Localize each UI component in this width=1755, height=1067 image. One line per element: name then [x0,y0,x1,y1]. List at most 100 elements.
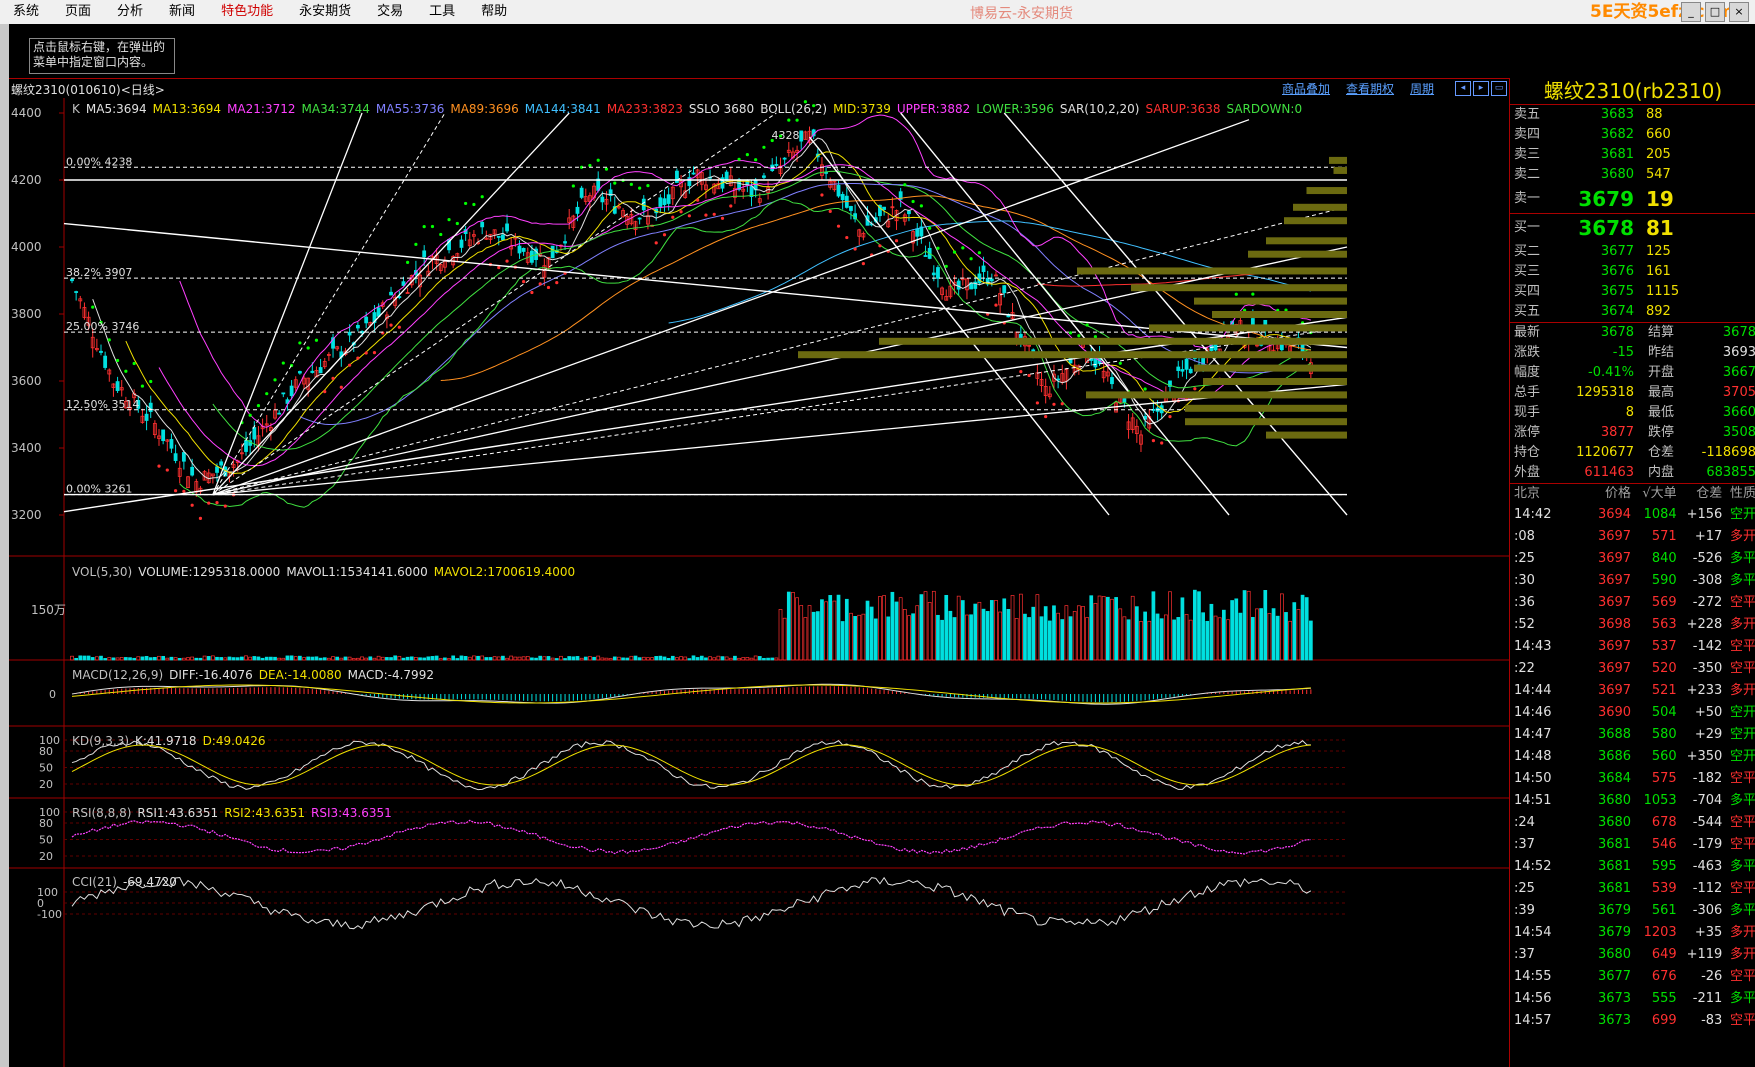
volume-bar [322,657,327,661]
volume-bar [778,609,783,661]
sar-dot [447,218,451,222]
nav-zoom-icon[interactable]: ▭ [1491,81,1507,96]
trade-row[interactable]: 14:44 3697 521 +233 多开 [1510,680,1755,702]
book-volume: 547 [1646,167,1671,182]
book-volume: 1115 [1646,284,1680,299]
volume-bar [306,656,311,661]
trade-price: 3697 [1597,683,1632,698]
sar-dot [406,260,410,265]
legend-item: MA233:3823 [606,102,683,116]
trade-row[interactable]: :39 3679 561 -306 多平 [1510,900,1755,922]
sar-dot [215,500,219,505]
menu-item-6[interactable]: 交易 [364,0,416,24]
trade-row[interactable]: 14:56 3673 555 -211 多平 [1510,988,1755,1010]
sar-dot [596,158,600,162]
trade-row[interactable]: 14:51 3680 1053 -704 多平 [1510,790,1755,812]
volume-bar [488,657,493,661]
menu-item-1[interactable]: 页面 [52,0,104,24]
macd-diff-line [71,683,1311,705]
volume-bar [434,655,439,661]
sar-dot [820,193,824,197]
menu-item-7[interactable]: 工具 [416,0,468,24]
trade-oi-change: -26 [1701,969,1723,984]
candle-body [1176,366,1181,371]
volume-bar [264,656,269,661]
menu-item-0[interactable]: 系统 [0,0,52,24]
trade-row[interactable]: :25 3681 539 -112 空平 [1510,878,1755,900]
trade-row[interactable]: :37 3680 649 +119 多开 [1510,944,1755,966]
kline-chart[interactable]: 4400 4200 4000 3800 3600 3400 3200 0.00% 4238 38… [9,98,1509,1067]
trade-row[interactable]: 14:50 3684 575 -182 空平 [1510,768,1755,790]
volume-bar [762,657,766,661]
volume-bar [1118,608,1123,661]
volume-bar [931,590,936,661]
volume-bar [720,656,725,661]
y-tick-label: 4400 [11,106,42,120]
trade-row[interactable]: 14:55 3677 676 -26 空平 [1510,966,1755,988]
volume-bar [965,614,969,661]
candle-body [1188,368,1193,374]
trade-row[interactable]: 14:52 3681 595 -463 多平 [1510,856,1755,878]
sar-dot [1068,331,1073,335]
menu-item-2[interactable]: 分析 [104,0,156,24]
trade-row[interactable]: :22 3697 520 -350 空平 [1510,658,1755,680]
macd-dea-line [71,684,1311,704]
nav-next-icon[interactable]: ▸ [1473,81,1489,96]
menu-item-3[interactable]: 新闻 [156,0,208,24]
trade-row[interactable]: 14:46 3690 504 +50 空开 [1510,702,1755,724]
close-icon[interactable]: × [1729,2,1749,22]
link-overlay[interactable]: 商品叠加 [1282,80,1330,97]
volume-bar [1201,612,1205,661]
trade-row[interactable]: 14:42 3694 1084 +156 空开 [1510,504,1755,526]
nav-prev-icon[interactable]: ◂ [1455,81,1471,96]
maximize-icon[interactable]: □ [1705,2,1725,22]
trade-row[interactable]: 14:47 3688 580 +29 空开 [1510,724,1755,746]
volume-bar [857,614,862,661]
menu-item-5[interactable]: 永安期货 [286,0,364,24]
sar-dot [281,361,285,365]
fan-line [212,112,446,495]
minimize-icon[interactable]: _ [1681,2,1701,22]
volume-bar [1143,611,1147,661]
trade-list[interactable]: 14:42 3694 1084 +156 空开:08 3697 571 +17 多开:25 369… [1510,504,1755,1032]
trade-row[interactable]: :37 3681 546 -179 空平 [1510,834,1755,856]
trade-time: 14:48 [1514,749,1552,764]
menu-item-4[interactable]: 特色功能 [208,0,286,24]
trade-row[interactable]: 14:43 3697 537 -142 空平 [1510,636,1755,658]
trade-row[interactable]: :30 3697 590 -308 多平 [1510,570,1755,592]
book-label: 买二 [1514,244,1541,259]
legend-item: MAVOL2:1700619.4000 [433,565,576,579]
sar-dot [936,246,940,250]
volume-bar [757,656,762,661]
trade-volume: 546 [1651,837,1677,852]
left-vertical-tabs[interactable] [0,24,9,1067]
trade-row[interactable]: 14:54 3679 1203 +35 多开 [1510,922,1755,944]
legend-item: LOWER:3596 [976,102,1054,116]
trade-row[interactable]: 14:57 3673 699 -83 空平 [1510,1010,1755,1032]
volume-bar [1296,609,1301,661]
menu-item-8[interactable]: 帮助 [468,0,520,24]
sar-dot [687,214,691,218]
candle-body [70,278,74,282]
window-buttons: _ □ × [1681,2,1749,22]
sar-dot [455,221,459,226]
link-period[interactable]: 周期 [1410,80,1434,97]
legend-item: SARUP:3638 [1145,102,1221,116]
rsi-tick-label: 80 [39,817,53,830]
trade-col-header: 性质 [1730,486,1755,501]
link-options[interactable]: 查看期权 [1346,80,1394,97]
sar-dot [372,351,377,355]
trade-row[interactable]: :25 3697 840 -526 多平 [1510,548,1755,570]
candle-body [840,194,845,201]
volume-bar [633,655,638,661]
trade-volume: 537 [1651,639,1677,654]
trade-row[interactable]: :52 3698 563 +228 多开 [1510,614,1755,636]
trade-row[interactable]: :08 3697 571 +17 多开 [1510,526,1755,548]
trade-row[interactable]: :36 3697 569 -272 空平 [1510,592,1755,614]
trade-row[interactable]: :24 3680 678 -544 空平 [1510,812,1755,834]
stat-value: 3877 [1600,425,1634,440]
book-price: 3679 [1578,187,1634,211]
tip-box[interactable]: 点击鼠标右键，在弹出的菜单中指定窗口内容。 [29,38,175,74]
trade-row[interactable]: 14:48 3686 560 +350 空开 [1510,746,1755,768]
volume-bar [1255,608,1259,661]
